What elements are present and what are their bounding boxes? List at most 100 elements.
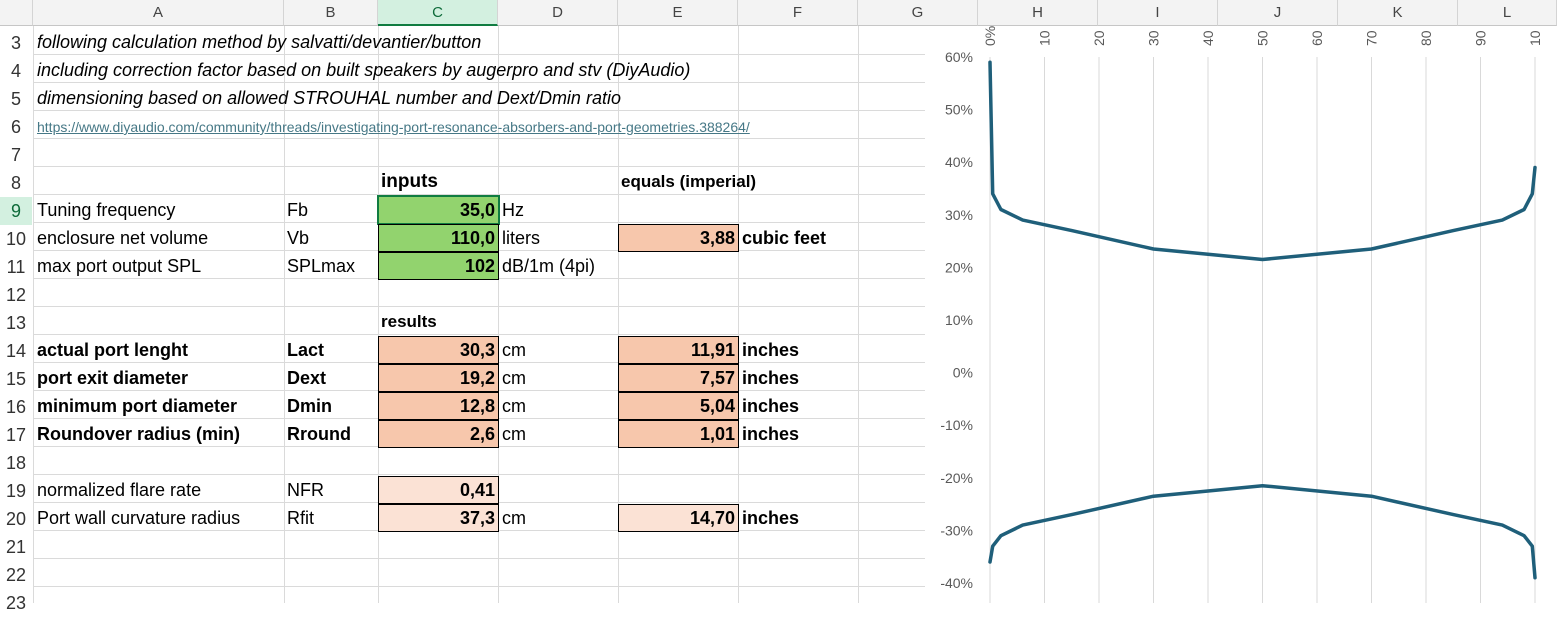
max-spl-label[interactable]: max port output SPL	[37, 252, 201, 280]
min-diameter-imperial[interactable]: 5,04	[618, 392, 739, 420]
results-header[interactable]: results	[381, 308, 437, 336]
flare-rate-value[interactable]: 0,41	[378, 476, 499, 504]
row-header-11[interactable]: 11	[0, 253, 32, 281]
row-header-6[interactable]: 6	[0, 113, 32, 141]
chart-x-tick-label: 30	[1146, 30, 1162, 46]
row-header-7[interactable]: 7	[0, 141, 32, 169]
row-header-5[interactable]: 5	[0, 85, 32, 113]
port-length-label[interactable]: actual port lenght	[37, 336, 188, 364]
note-correction-factor[interactable]: including correction factor based on bui…	[37, 56, 690, 84]
chart-y-tick-label: 40%	[945, 154, 973, 170]
chart-y-tick-label: -40%	[940, 575, 973, 591]
column-header-g[interactable]: G	[858, 0, 978, 26]
max-spl-symbol[interactable]: SPLmax	[287, 252, 355, 280]
min-diameter-symbol[interactable]: Dmin	[287, 392, 332, 420]
min-diameter-unit[interactable]: cm	[502, 392, 526, 420]
exit-diameter-unit[interactable]: cm	[502, 364, 526, 392]
column-header-a[interactable]: A	[33, 0, 284, 26]
row-header-4[interactable]: 4	[0, 57, 32, 85]
column-header-l[interactable]: L	[1458, 0, 1557, 26]
row-header-12[interactable]: 12	[0, 281, 32, 309]
tuning-frequency-label[interactable]: Tuning frequency	[37, 196, 175, 224]
note-dimensioning[interactable]: dimensioning based on allowed STROUHAL n…	[37, 84, 621, 112]
note-calculation-method[interactable]: following calculation method by salvatti…	[37, 28, 481, 56]
row-header-8[interactable]: 8	[0, 169, 32, 197]
port-length-symbol[interactable]: Lact	[287, 336, 324, 364]
enclosure-volume-unit[interactable]: liters	[502, 224, 540, 252]
row-header-18[interactable]: 18	[0, 449, 32, 477]
column-header-k[interactable]: K	[1338, 0, 1458, 26]
exit-diameter-imperial-unit[interactable]: inches	[742, 364, 799, 392]
enclosure-volume-input[interactable]: 110,0	[378, 224, 499, 252]
max-spl-unit[interactable]: dB/1m (4pi)	[502, 252, 595, 280]
chart-x-tick-label: 90	[1473, 30, 1489, 46]
imperial-header[interactable]: equals (imperial)	[621, 168, 756, 196]
enclosure-volume-label[interactable]: enclosure net volume	[37, 224, 208, 252]
row-header-22[interactable]: 22	[0, 561, 32, 589]
min-diameter-value[interactable]: 12,8	[378, 392, 499, 420]
column-header-h[interactable]: H	[978, 0, 1098, 26]
exit-diameter-label[interactable]: port exit diameter	[37, 364, 188, 392]
row-header-13[interactable]: 13	[0, 309, 32, 337]
tuning-frequency-unit[interactable]: Hz	[502, 196, 524, 224]
row-header-10[interactable]: 10	[0, 225, 32, 253]
flare-rate-symbol[interactable]: NFR	[287, 476, 324, 504]
flare-rate-label[interactable]: normalized flare rate	[37, 476, 201, 504]
row-header-3[interactable]: 3	[0, 29, 32, 57]
port-length-unit[interactable]: cm	[502, 336, 526, 364]
chart-x-tick-label: 70	[1364, 30, 1380, 46]
curvature-radius-unit[interactable]: cm	[502, 504, 526, 532]
curvature-radius-label[interactable]: Port wall curvature radius	[37, 504, 240, 532]
column-header-d[interactable]: D	[498, 0, 618, 26]
tuning-frequency-input[interactable]: 35,0	[377, 195, 500, 225]
min-diameter-label[interactable]: minimum port diameter	[37, 392, 237, 420]
exit-diameter-symbol[interactable]: Dext	[287, 364, 326, 392]
row-header-19[interactable]: 19	[0, 477, 32, 505]
select-all-corner[interactable]	[0, 0, 33, 26]
enclosure-volume-imperial-unit[interactable]: cubic feet	[742, 224, 826, 252]
port-length-imperial[interactable]: 11,91	[618, 336, 739, 364]
port-length-value[interactable]: 30,3	[378, 336, 499, 364]
roundover-radius-unit[interactable]: cm	[502, 420, 526, 448]
chart-y-tick-label: 20%	[945, 259, 973, 275]
port-length-imperial-unit[interactable]: inches	[742, 336, 799, 364]
chart-y-tick-label: 60%	[945, 49, 973, 65]
exit-diameter-value[interactable]: 19,2	[378, 364, 499, 392]
roundover-radius-imperial-unit[interactable]: inches	[742, 420, 799, 448]
roundover-radius-value[interactable]: 2,6	[378, 420, 499, 448]
column-header-e[interactable]: E	[618, 0, 738, 26]
curvature-radius-value[interactable]: 37,3	[378, 504, 499, 532]
diyaudio-link[interactable]: https://www.diyaudio.com/community/threa…	[37, 113, 750, 141]
exit-diameter-imperial[interactable]: 7,57	[618, 364, 739, 392]
row-header-9[interactable]: 9	[0, 197, 32, 225]
enclosure-volume-imperial[interactable]: 3,88	[618, 224, 739, 252]
curvature-radius-symbol[interactable]: Rfit	[287, 504, 314, 532]
roundover-radius-label[interactable]: Roundover radius (min)	[37, 420, 240, 448]
grid-vline	[33, 26, 34, 603]
curvature-radius-imperial-unit[interactable]: inches	[742, 504, 799, 532]
enclosure-volume-symbol[interactable]: Vb	[287, 224, 309, 252]
column-header-j[interactable]: J	[1218, 0, 1338, 26]
column-header-f[interactable]: F	[738, 0, 858, 26]
column-header-i[interactable]: I	[1098, 0, 1218, 26]
roundover-radius-symbol[interactable]: Rround	[287, 420, 351, 448]
min-diameter-imperial-unit[interactable]: inches	[742, 392, 799, 420]
inputs-header[interactable]: inputs	[381, 168, 438, 196]
max-spl-input[interactable]: 102	[378, 252, 499, 280]
curvature-radius-imperial[interactable]: 14,70	[618, 504, 739, 532]
chart-x-tick-label: 60	[1309, 30, 1325, 46]
roundover-radius-imperial[interactable]: 1,01	[618, 420, 739, 448]
column-header-c[interactable]: C	[378, 0, 498, 26]
row-header-17[interactable]: 17	[0, 421, 32, 449]
row-header-20[interactable]: 20	[0, 505, 32, 533]
column-header-b[interactable]: B	[284, 0, 378, 26]
tuning-frequency-symbol[interactable]: Fb	[287, 196, 308, 224]
row-header-15[interactable]: 15	[0, 365, 32, 393]
row-header-23[interactable]: 23	[0, 589, 32, 617]
chart-y-tick-label: -20%	[940, 470, 973, 486]
row-header-21[interactable]: 21	[0, 533, 32, 561]
row-header-16[interactable]: 16	[0, 393, 32, 421]
row-header-14[interactable]: 14	[0, 337, 32, 365]
port-profile-chart[interactable]: 0% 10 20 30 40 50 60 70 80 90 10 60% 50% 40% 30% 20% 10%…	[925, 26, 1557, 603]
grid-hline	[33, 474, 925, 475]
